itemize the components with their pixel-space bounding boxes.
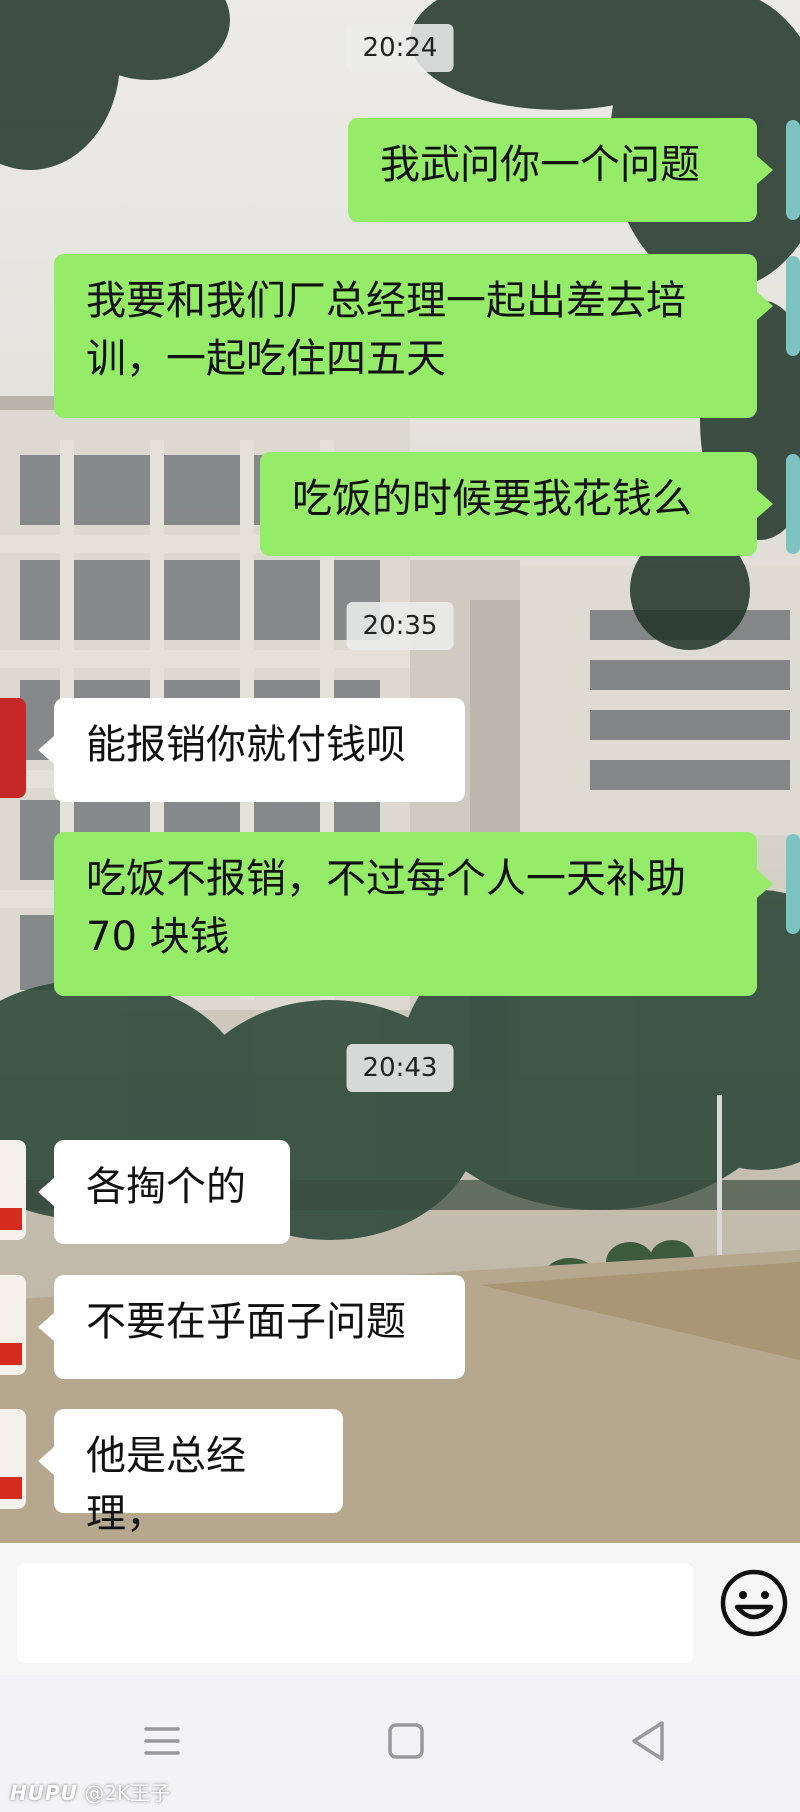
back-icon[interactable] [618, 1711, 678, 1771]
message-input-bar [0, 1543, 800, 1675]
menu-icon[interactable] [132, 1711, 192, 1771]
contact-avatar[interactable] [0, 1409, 26, 1509]
timestamp: 20:35 [346, 602, 454, 650]
flag-icon [0, 1208, 22, 1230]
watermark-user: @2K王子 [84, 1781, 171, 1805]
message-bubble-incoming[interactable]: 他是总经理， [38, 1409, 343, 1537]
contact-avatar[interactable] [0, 698, 26, 798]
my-avatar[interactable] [786, 120, 800, 220]
message-bubble-incoming[interactable]: 能报销你就付钱呗 [38, 698, 465, 802]
message-bubble-outgoing[interactable]: 吃饭不报销，不过每个人一天补助70 块钱 [54, 832, 773, 996]
message-bubble-incoming[interactable]: 各掏个的 [38, 1140, 290, 1244]
watermark: HUPU @2K王子 [10, 1777, 170, 1806]
message-bubble-outgoing[interactable]: 我要和我们厂总经理一起出差去培训，一起吃住四五天 [54, 254, 773, 418]
my-avatar[interactable] [786, 454, 800, 554]
message-bubble-incoming[interactable]: 不要在乎面子问题 [38, 1275, 465, 1379]
my-avatar[interactable] [786, 834, 800, 934]
home-icon[interactable] [376, 1711, 436, 1771]
timestamp: 20:43 [346, 1044, 454, 1092]
chat-message-list[interactable]: 20:24 我武问你一个问题 我要和我们厂总经理一起出差去培训，一起吃住四五天 … [0, 0, 800, 1543]
message-bubble-outgoing[interactable]: 我武问你一个问题 [348, 118, 773, 222]
contact-avatar[interactable] [0, 1140, 26, 1240]
message-input[interactable] [17, 1563, 693, 1663]
my-avatar[interactable] [786, 256, 800, 356]
contact-avatar[interactable] [0, 1275, 26, 1375]
watermark-brand: HUPU [10, 1781, 78, 1805]
flag-icon [0, 1343, 22, 1365]
timestamp: 20:24 [346, 24, 454, 72]
flag-icon [0, 1477, 22, 1499]
emoji-smiley-icon[interactable] [718, 1567, 790, 1639]
message-bubble-outgoing[interactable]: 吃饭的时候要我花钱么 [260, 452, 773, 556]
